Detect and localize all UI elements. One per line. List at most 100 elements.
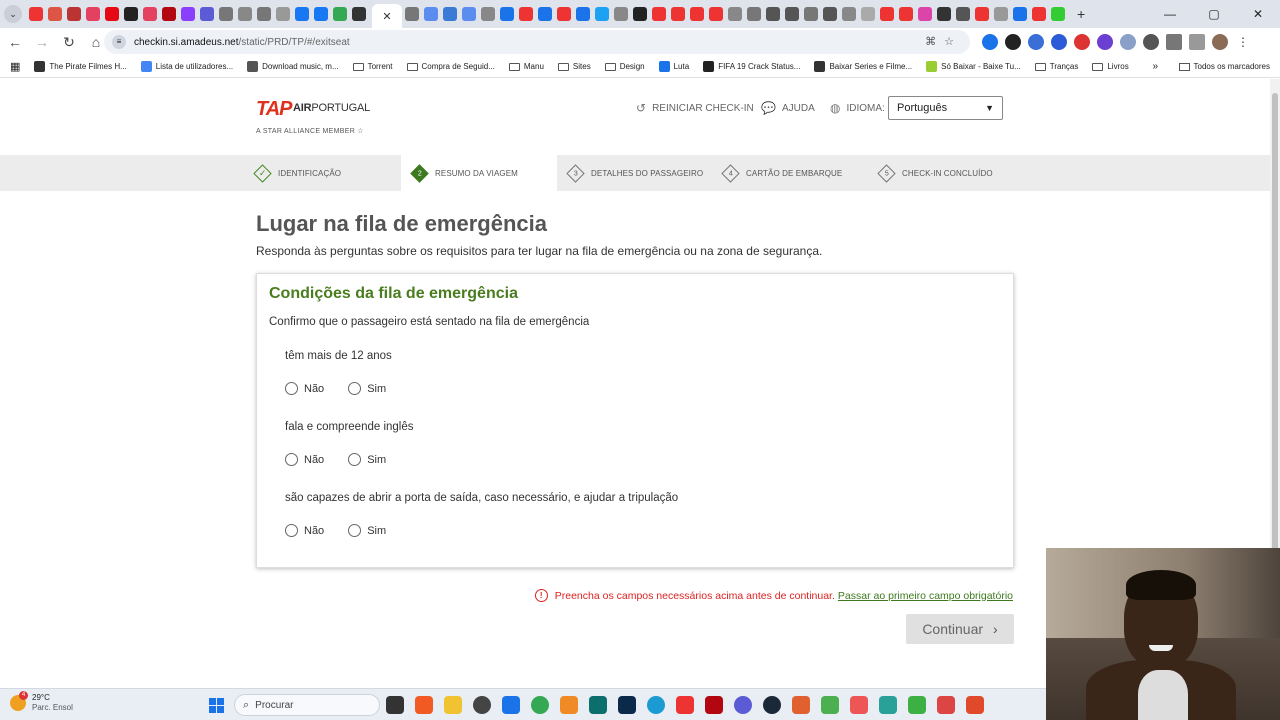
radio-yes-label[interactable]: Sim [367,525,386,537]
tab-favicon[interactable] [519,7,533,21]
radio-no[interactable] [285,382,298,395]
radio-yes[interactable] [348,524,362,537]
radio-no[interactable] [285,524,298,537]
bookmark-item[interactable]: FIFA 19 Crack Status... [703,61,800,72]
tab-favicon[interactable] [975,7,989,21]
tab-favicon[interactable] [709,7,723,21]
tab-favicon[interactable] [48,7,62,21]
puzzle-icon[interactable] [1166,34,1182,50]
tab-favicon[interactable] [200,7,214,21]
first-required-field-link[interactable]: Passar ao primeiro campo obrigatório [838,590,1013,602]
help-link[interactable]: 💬 AJUDA [761,101,815,115]
bookmark-item[interactable]: Manu [508,62,544,71]
bookmark-item[interactable]: Luta [658,61,689,72]
task-view-icon[interactable] [386,696,404,714]
extension-icon[interactable] [1143,34,1159,50]
brave-icon[interactable] [415,696,433,714]
close-window-button[interactable]: ✕ [1236,7,1280,21]
back-icon[interactable]: ← [3,34,27,50]
tab-favicon[interactable] [842,7,856,21]
language-select[interactable]: Português ▼ [888,96,1003,120]
reload-icon[interactable]: ↻ [57,34,81,51]
tab-favicon[interactable] [276,7,290,21]
new-tab-button[interactable]: + [1077,6,1085,22]
edge-icon[interactable] [647,696,665,714]
tab-favicon[interactable] [538,7,552,21]
extension-icon[interactable] [1051,34,1067,50]
video-app-icon[interactable] [589,696,607,714]
tab-search-icon[interactable]: ⌄ [4,5,22,23]
tab-favicon[interactable] [314,7,328,21]
tab-favicon[interactable] [557,7,571,21]
yandex-icon[interactable] [676,696,694,714]
tab-favicon[interactable] [956,7,970,21]
minimize-button[interactable]: — [1148,7,1192,21]
tab-favicon[interactable] [105,7,119,21]
radio-no[interactable] [285,453,298,466]
taskbar-search[interactable]: ⌕ Procurar [234,694,380,716]
tab-favicon[interactable] [219,7,233,21]
file-explorer-icon[interactable] [444,696,462,714]
tab-favicon[interactable] [1013,7,1027,21]
bookmark-item[interactable]: The Pirate Filmes H... [34,61,127,72]
tab-favicon[interactable] [67,7,81,21]
tab-favicon[interactable] [690,7,704,21]
tap-logo[interactable]: TAP AIRPORTUGAL A STAR ALLIANCE MEMBER ☆ [256,98,370,135]
tab-favicon[interactable] [785,7,799,21]
tab-favicon[interactable] [652,7,666,21]
extension-icon[interactable] [1120,34,1136,50]
tab-favicon[interactable] [880,7,894,21]
bookmark-item[interactable]: Sites [557,62,591,71]
tab-favicon[interactable] [443,7,457,21]
scrollbar-thumb[interactable] [1272,93,1278,613]
weather-widget[interactable]: 4 29°C Parc. Ensol [10,691,73,713]
tab-favicon[interactable] [86,7,100,21]
step-identificacao[interactable]: ✓ IDENTIFICAÇÃO [246,155,401,191]
tab-favicon[interactable] [352,7,366,21]
site-info-icon[interactable]: ≡ [112,35,126,49]
bookmark-item[interactable]: Tranças [1034,62,1078,71]
all-bookmarks-button[interactable]: Todos os marcadores [1178,62,1270,71]
tab-favicon[interactable] [481,7,495,21]
store-icon[interactable] [502,696,520,714]
bookmark-item[interactable]: Lista de utilizadores... [140,61,233,72]
active-tab[interactable]: ✕ [372,4,402,28]
tab-favicon[interactable] [766,7,780,21]
tab-favicon[interactable] [424,7,438,21]
tab-favicon[interactable] [500,7,514,21]
extension-icon[interactable] [1028,34,1044,50]
radio-yes-label[interactable]: Sim [367,383,386,395]
address-bar[interactable]: ≡ checkin.si.amadeus.net/static/PRD/TP/#… [104,30,970,54]
bookmark-item[interactable]: Compra de Seguid... [406,62,495,71]
photoshop-icon[interactable] [618,696,636,714]
bookmark-star-icon[interactable]: ⌘☆ [925,35,962,48]
maximize-button[interactable]: ▢ [1192,7,1236,21]
radio-yes[interactable] [348,382,362,395]
tab-favicon[interactable] [462,7,476,21]
tab-favicon[interactable] [823,7,837,21]
tab-favicon[interactable] [333,7,347,21]
bookmark-item[interactable]: Torrent [352,62,393,71]
app-icon[interactable] [792,696,810,714]
netflix-icon[interactable] [705,696,723,714]
app-icon[interactable] [850,696,868,714]
tab-favicon[interactable] [994,7,1008,21]
tab-favicon[interactable] [181,7,195,21]
tab-favicon[interactable] [257,7,271,21]
tab-favicon[interactable] [595,7,609,21]
tab-favicon[interactable] [633,7,647,21]
extension-icon[interactable] [982,34,998,50]
extension-icon[interactable] [1097,34,1113,50]
tab-favicon[interactable] [747,7,761,21]
extension-icon[interactable] [1074,34,1090,50]
notes-icon[interactable] [879,696,897,714]
utorrent-icon[interactable] [821,696,839,714]
app-icon[interactable] [966,696,984,714]
bookmark-item[interactable]: Design [604,62,645,71]
radio-no-label[interactable]: Não [304,525,324,537]
tab-favicon[interactable] [1051,7,1065,21]
bookmark-item[interactable]: Baixar Series e Filme... [814,61,912,72]
continue-button[interactable]: Continuar › [906,614,1014,644]
tab-favicon[interactable] [899,7,913,21]
tab-favicon[interactable] [671,7,685,21]
